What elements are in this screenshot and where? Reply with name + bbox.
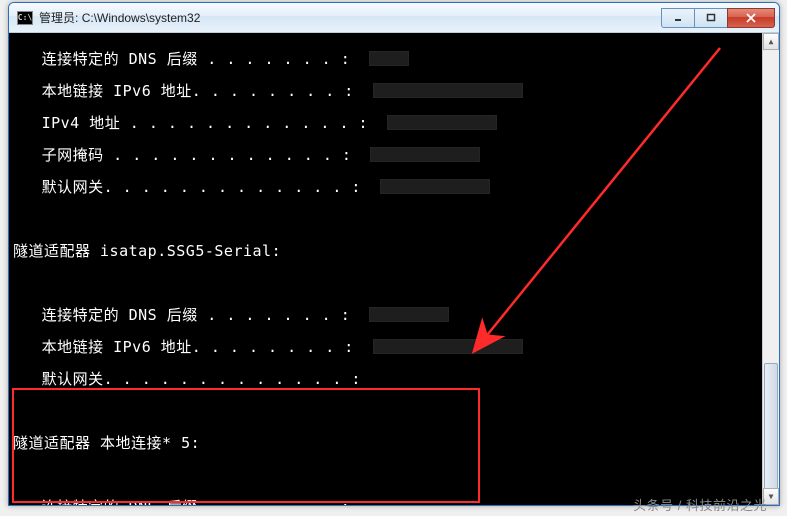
scroll-thumb[interactable] [764, 363, 778, 493]
adapter-header-2: 隧道适配器 本地连接* 5: [13, 435, 758, 451]
cmd-icon: C:\ [17, 11, 33, 25]
vertical-scrollbar[interactable]: ▲ ▼ [762, 33, 779, 505]
titlebar[interactable]: C:\ 管理员: C:\Windows\system32 [9, 3, 779, 33]
watermark-text: 头条号 / 科技前沿之光 [633, 495, 767, 514]
maximize-button[interactable] [694, 8, 728, 28]
window-title: 管理员: C:\Windows\system32 [39, 9, 662, 26]
scroll-up-button[interactable]: ▲ [763, 33, 779, 50]
cmd-window: C:\ 管理员: C:\Windows\system32 连接特定的 DNS 后… [8, 2, 780, 506]
minimize-button[interactable] [661, 8, 695, 28]
terminal-output[interactable]: 连接特定的 DNS 后缀 . . . . . . . : 本地链接 IPv6 地… [9, 33, 762, 505]
close-button[interactable] [727, 8, 775, 28]
window-controls [662, 8, 775, 28]
adapter-header-1: 隧道适配器 isatap.SSG5-Serial: [13, 243, 758, 259]
